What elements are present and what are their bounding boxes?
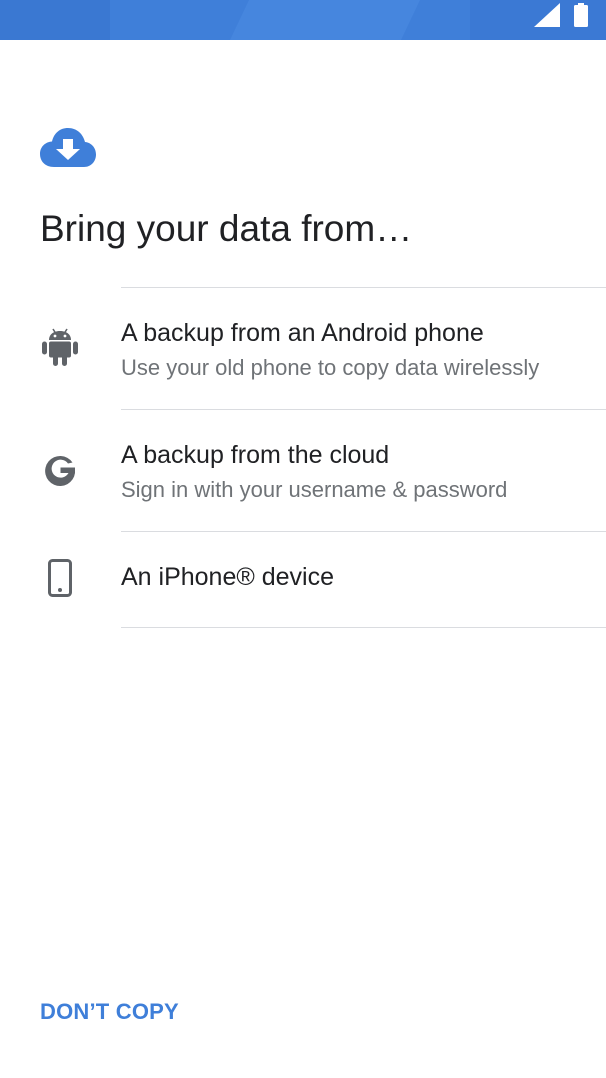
google-icon <box>40 450 80 490</box>
option-title: A backup from the cloud <box>121 441 390 469</box>
battery-icon <box>574 3 588 32</box>
android-icon <box>40 328 80 368</box>
status-bar <box>0 0 606 40</box>
option-android-backup[interactable]: A backup from an Android phone Use your … <box>0 288 606 409</box>
page-title: Bring your data from… <box>40 208 413 249</box>
status-bar-facet <box>230 0 420 40</box>
option-subtitle: Use your old phone to copy data wireless… <box>121 355 540 380</box>
signal-icon <box>534 3 560 32</box>
option-iphone-device[interactable]: An iPhone® device <box>0 532 606 627</box>
status-icons <box>534 3 588 32</box>
divider <box>121 627 606 628</box>
option-subtitle: Sign in with your username & password <box>121 477 508 502</box>
cloud-download-icon <box>40 127 96 169</box>
dont-copy-button[interactable]: DON’T COPY <box>40 996 179 1028</box>
phone-icon <box>40 558 80 598</box>
status-bar-facet <box>0 0 110 40</box>
option-title: A backup from an Android phone <box>121 319 484 347</box>
option-title: An iPhone® device <box>121 563 335 591</box>
option-cloud-backup[interactable]: A backup from the cloud Sign in with you… <box>0 410 606 531</box>
